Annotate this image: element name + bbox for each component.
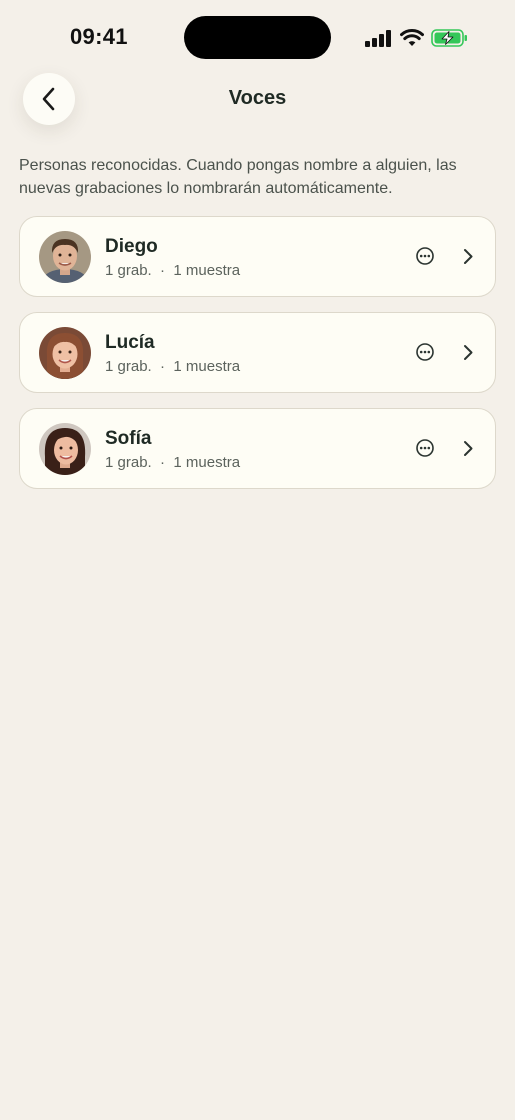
dynamic-island: [184, 16, 331, 59]
voice-card[interactable]: Diego 1 grab. · 1 muestra: [19, 216, 496, 297]
voice-name: Lucía: [105, 332, 155, 353]
samples-count: 1 muestra: [173, 262, 241, 279]
voice-card[interactable]: Lucía 1 grab. · 1 muestra: [19, 312, 496, 393]
status-bar: 09:41: [0, 0, 515, 80]
samples-count: 1 muestra: [173, 454, 241, 471]
more-options-button[interactable]: [415, 438, 435, 458]
voice-name: Diego: [105, 236, 158, 257]
voice-meta: 1 grab. · 1 muestra: [105, 358, 240, 375]
voice-name: Sofía: [105, 428, 152, 449]
chevron-right-icon: [464, 441, 473, 456]
status-time: 09:41: [70, 24, 128, 49]
avatar: [39, 423, 91, 475]
voice-meta: 1 grab. · 1 muestra: [105, 454, 240, 471]
avatar: [39, 231, 91, 283]
battery-charging-icon: [431, 29, 467, 47]
voice-meta: 1 grab. · 1 muestra: [105, 262, 240, 279]
signal-icon: [365, 30, 391, 47]
chevron-right-icon: [464, 345, 473, 360]
more-options-button[interactable]: [415, 246, 435, 266]
voices-list: Diego 1 grab. · 1 muestra Lucía 1 grab. …: [19, 216, 496, 504]
page-description: Personas reconocidas. Cuando pongas nomb…: [19, 157, 457, 197]
chevron-right-icon: [464, 249, 473, 264]
recordings-count: 1 grab.: [105, 262, 152, 279]
page-title: Voces: [228, 87, 287, 109]
meta-separator: ·: [160, 262, 166, 279]
wifi-icon: [400, 29, 424, 46]
meta-separator: ·: [160, 358, 166, 375]
recordings-count: 1 grab.: [105, 358, 152, 375]
meta-separator: ·: [160, 454, 166, 471]
voice-card[interactable]: Sofía 1 grab. · 1 muestra: [19, 408, 496, 489]
avatar: [39, 327, 91, 379]
samples-count: 1 muestra: [173, 358, 241, 375]
more-options-button[interactable]: [415, 342, 435, 362]
recordings-count: 1 grab.: [105, 454, 152, 471]
